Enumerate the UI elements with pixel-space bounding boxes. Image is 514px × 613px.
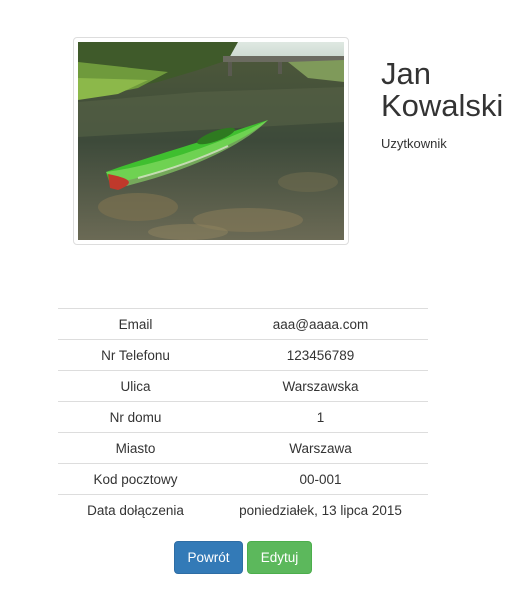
table-row: Email aaa@aaaa.com [58,308,428,340]
user-last-name: Kowalski [381,88,504,123]
detail-value: poniedziałek, 13 lipca 2015 [213,494,428,525]
table-row: Nr domu 1 [58,401,428,433]
detail-label: Kod pocztowy [58,463,213,495]
profile-page: Jan Kowalski Uzytkownik Email aaa@aaaa.c… [0,0,514,613]
profile-photo [73,37,349,245]
detail-value: 00-001 [213,463,428,495]
detail-label: Nr domu [58,401,213,433]
detail-label: Miasto [58,432,213,464]
table-row: Data dołączenia poniedziałek, 13 lipca 2… [58,494,428,525]
user-full-name: Jan Kowalski [381,58,511,122]
detail-label: Nr Telefonu [58,339,213,371]
detail-label: Ulica [58,370,213,402]
user-details-table: Email aaa@aaaa.com Nr Telefonu 123456789… [58,308,428,525]
table-row: Nr Telefonu 123456789 [58,339,428,371]
detail-value: 123456789 [213,339,428,371]
detail-label: Data dołączenia [58,494,213,525]
table-row: Kod pocztowy 00-001 [58,463,428,495]
detail-value: aaa@aaaa.com [213,308,428,340]
detail-value: Warszawa [213,432,428,464]
table-row: Ulica Warszawska [58,370,428,402]
kayak-photo [78,42,344,240]
detail-value: Warszawska [213,370,428,402]
detail-label: Email [58,308,213,340]
detail-value: 1 [213,401,428,433]
edit-button[interactable]: Edytuj [247,541,312,574]
user-first-name: Jan [381,56,431,91]
user-role: Uzytkownik [381,136,447,151]
table-row: Miasto Warszawa [58,432,428,464]
back-button[interactable]: Powrót [174,541,243,574]
